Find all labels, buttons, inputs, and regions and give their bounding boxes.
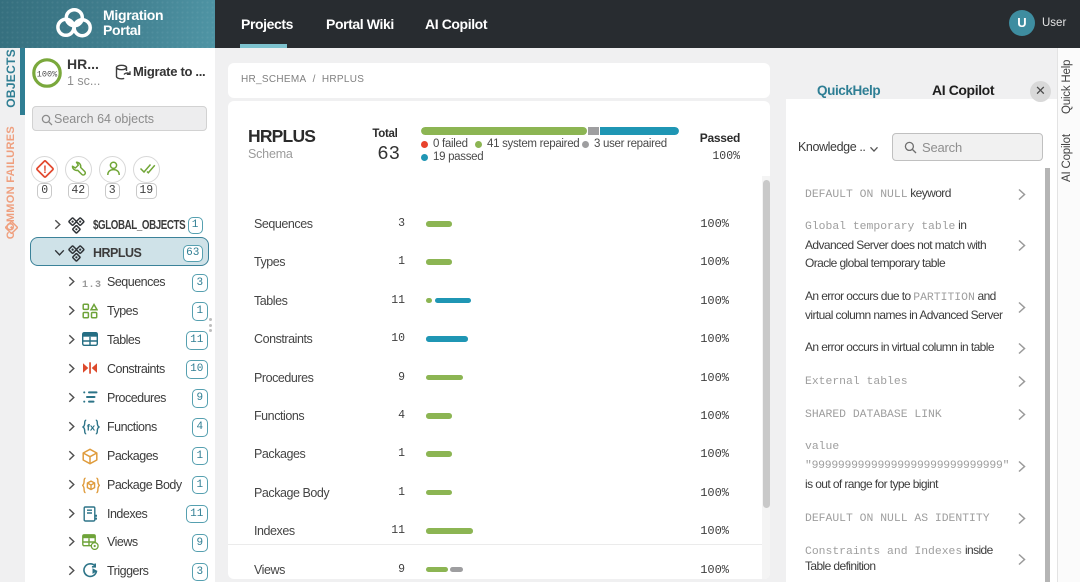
svg-text:100%: 100% [37,70,58,80]
svg-text:!: ! [43,164,47,176]
svg-text:fx: fx [87,422,96,433]
